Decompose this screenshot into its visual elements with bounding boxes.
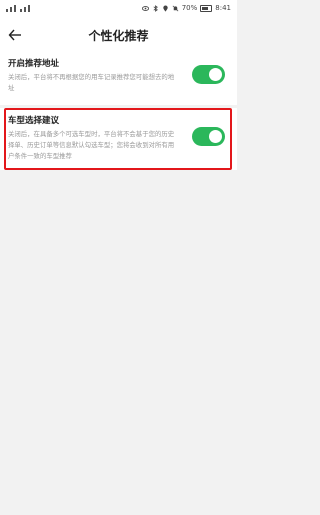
status-time: 8:41 — [215, 4, 231, 12]
setting-description: 关闭后，平台将不再根据您的用车记录推荐您可能想去的地址 — [8, 73, 175, 92]
mute-bell-icon — [172, 5, 179, 11]
battery-icon — [200, 4, 213, 12]
bottom-bar — [0, 509, 237, 515]
page-header: 个性化推荐 — [0, 18, 237, 52]
page-title: 个性化推荐 — [88, 29, 149, 43]
signal-icons — [6, 5, 30, 12]
setting-title: 开启推荐地址 — [8, 59, 60, 69]
toggle-knob — [209, 130, 222, 143]
setting-title: 车型选择建议 — [8, 116, 60, 126]
signal-bar-icon — [20, 9, 22, 12]
signal-bar-icon — [24, 7, 26, 12]
vehicle-suggestion-toggle[interactable] — [192, 127, 225, 146]
location-icon — [163, 4, 168, 12]
signal-bar-icon — [10, 7, 12, 12]
setting-vehicle-suggestion: 车型选择建议 关闭后，在具备多个可选车型时，平台将不会基于您的历史择单、历史订单… — [0, 108, 237, 170]
status-bar: 70% 8:41 — [0, 0, 237, 18]
signal-bar-icon — [14, 5, 16, 12]
signal-bar-icon — [28, 5, 30, 12]
eye-icon — [141, 5, 149, 11]
toggle-knob — [209, 68, 222, 81]
battery-percent: 70% — [181, 4, 198, 12]
bluetooth-icon — [153, 4, 158, 12]
recommend-address-toggle[interactable] — [192, 65, 225, 84]
setting-description: 关闭后，在具备多个可选车型时，平台将不会基于您的历史择单、历史订单等信息默认勾选… — [8, 130, 175, 160]
signal-bar-icon — [6, 9, 8, 12]
setting-recommend-address: 开启推荐地址 关闭后，平台将不再根据您的用车记录推荐您可能想去的地址 — [0, 52, 237, 105]
